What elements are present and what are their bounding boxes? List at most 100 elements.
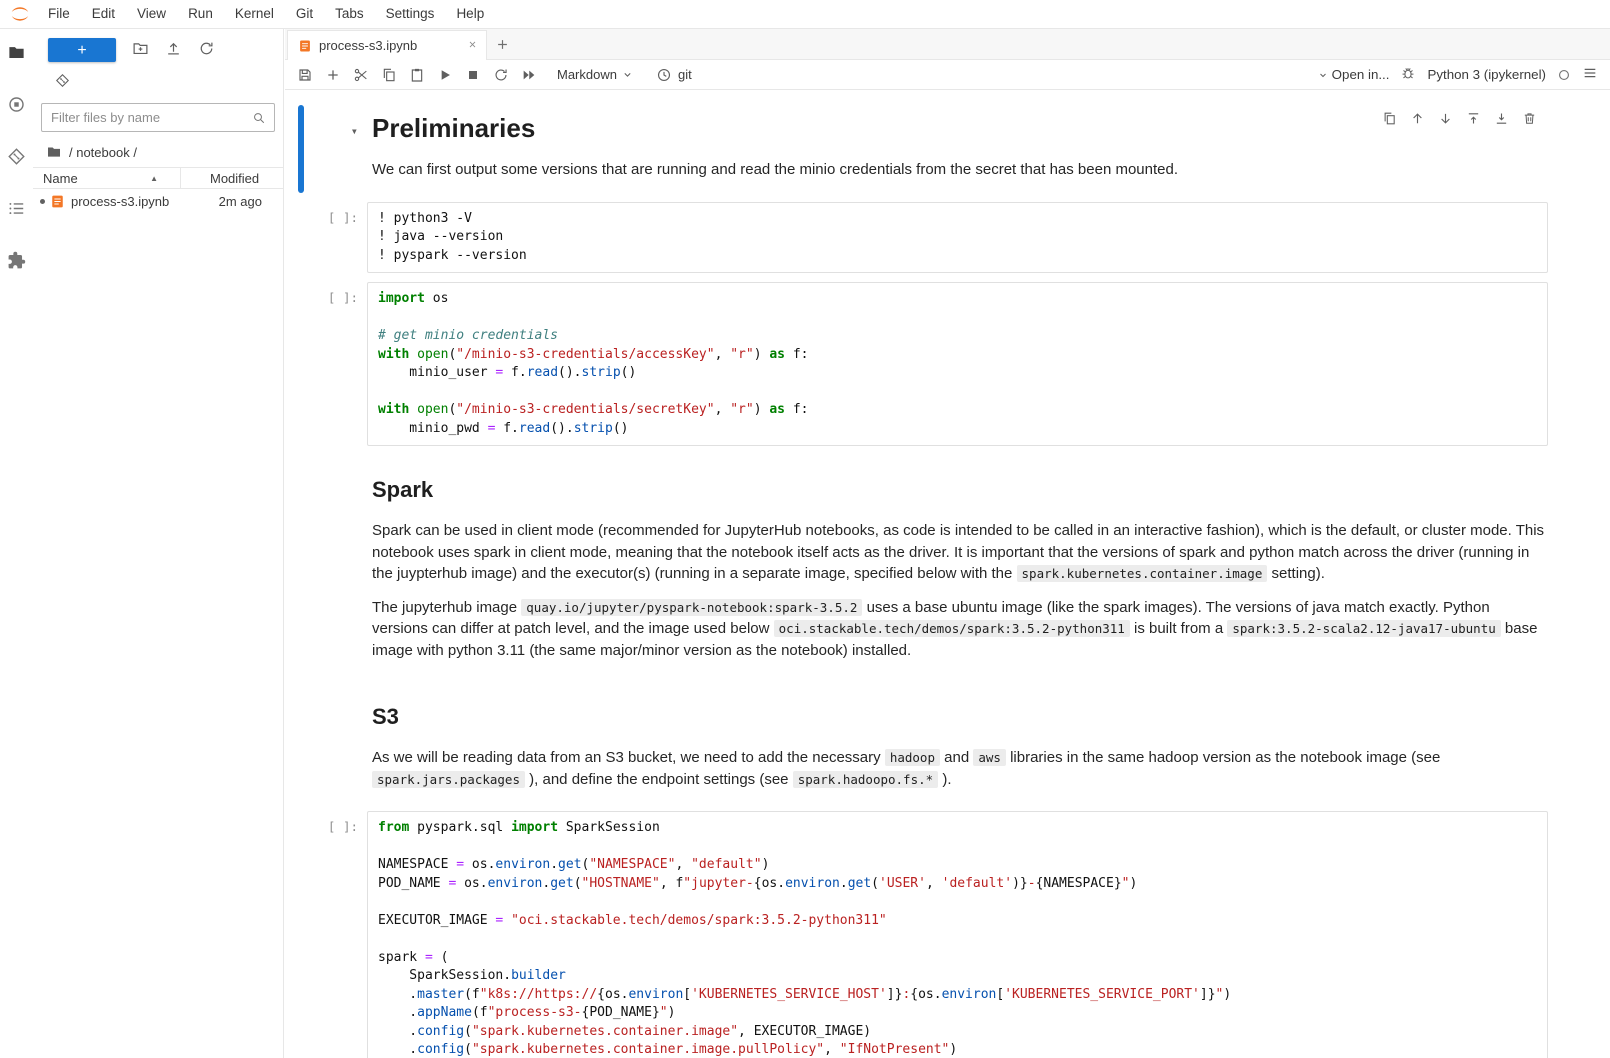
- code-editor[interactable]: from pyspark.sql import SparkSession​NAM…: [367, 811, 1548, 1058]
- tab-process-s3.ipynb[interactable]: process-s3.ipynb: [287, 30, 487, 60]
- tab-label: process-s3.ipynb: [319, 38, 460, 53]
- delete-icon: [1522, 111, 1537, 126]
- git-icon: [7, 147, 26, 166]
- paste-icon: [409, 67, 425, 83]
- sidebar-tab-running-terminals-and-kernels[interactable]: [0, 89, 33, 119]
- code-cell[interactable]: [ ]:from pyspark.sql import SparkSession…: [298, 811, 1548, 1058]
- menu-bar-items: FileEditViewRunKernelGitTabsSettingsHelp: [37, 0, 495, 28]
- restart-kernel-button[interactable]: [487, 62, 515, 88]
- cut-cells-button[interactable]: [347, 62, 375, 88]
- menu-settings[interactable]: Settings: [375, 0, 446, 28]
- cell-type-dropdown[interactable]: Markdown: [551, 67, 640, 82]
- git-actions-row: [33, 64, 283, 93]
- left-sidebar: [0, 29, 33, 1058]
- toolbar-overflow-button[interactable]: [1582, 65, 1598, 84]
- menu-edit[interactable]: Edit: [81, 0, 126, 28]
- insert-cell-above-button[interactable]: [1461, 106, 1486, 131]
- file-browser-actions: [132, 40, 215, 60]
- move-cell-up-button[interactable]: [1405, 106, 1430, 131]
- duplicate-cell-button[interactable]: [1377, 106, 1402, 131]
- cell-prompt: [ ]:: [304, 202, 367, 274]
- insert-cell-below-button[interactable]: [319, 62, 347, 88]
- folder-icon: [46, 144, 62, 160]
- cell-prompt: [ ]:: [304, 811, 367, 1058]
- tab-bar: process-s3.ipynb: [285, 29, 1610, 60]
- filter-files-input[interactable]: [41, 103, 275, 132]
- inline-code: spark:3.5.2-scala2.12-java17-ubuntu: [1227, 620, 1500, 637]
- notebook-file-icon: [50, 194, 65, 209]
- extension-icon: [7, 251, 26, 270]
- move-cell-down-button[interactable]: [1433, 106, 1458, 131]
- code-editor[interactable]: import os​# get minio credentialswith op…: [367, 282, 1548, 446]
- insert-cell-below-button[interactable]: [1489, 106, 1514, 131]
- menu-kernel[interactable]: Kernel: [224, 0, 285, 28]
- notebook-cells: ▾PreliminariesWe can first output some v…: [298, 105, 1548, 1058]
- git-clone-button[interactable]: [55, 73, 70, 91]
- interrupt-kernel-button[interactable]: [459, 62, 487, 88]
- markdown-cell[interactable]: ▾PreliminariesWe can first output some v…: [298, 105, 1548, 193]
- git-clone-icon: [55, 73, 70, 88]
- menu-view[interactable]: View: [126, 0, 177, 28]
- menu-help[interactable]: Help: [445, 0, 495, 28]
- markdown-heading: Preliminaries: [372, 113, 1548, 144]
- breadcrumb[interactable]: / notebook /: [33, 136, 283, 167]
- markdown-heading: S3: [372, 704, 1548, 730]
- column-header-modified[interactable]: Modified: [180, 168, 283, 188]
- notebook-scroll-area[interactable]: ▾PreliminariesWe can first output some v…: [285, 91, 1610, 1058]
- code-cell[interactable]: [ ]:import os​# get minio credentialswit…: [298, 282, 1548, 446]
- chevron-down-icon: [621, 68, 634, 81]
- sidebar-tab-table-of-contents[interactable]: [0, 193, 33, 223]
- code-cell[interactable]: [ ]:! python3 -V! java --version! pyspar…: [298, 202, 1548, 274]
- refresh-icon: [198, 40, 215, 57]
- menu-file[interactable]: File: [37, 0, 81, 28]
- open-in-dropdown[interactable]: Open in...: [1317, 67, 1390, 82]
- paste-cells-button[interactable]: [403, 62, 431, 88]
- toolbar-buttons: [291, 62, 543, 88]
- code-editor[interactable]: ! python3 -V! java --version! pyspark --…: [367, 202, 1548, 274]
- git-timeline-button[interactable]: git: [656, 67, 692, 83]
- close-icon: [467, 39, 478, 50]
- delete-cell-button[interactable]: [1517, 106, 1542, 131]
- menu-git[interactable]: Git: [285, 0, 324, 28]
- sidebar-tab-file-browser[interactable]: [0, 37, 33, 67]
- cell-type-label: Markdown: [557, 67, 617, 82]
- chevron-down-icon: [1317, 69, 1329, 81]
- jupyter-logo-icon: [9, 3, 31, 25]
- hamburger-icon: [1582, 65, 1598, 81]
- close-tab-button[interactable]: [467, 38, 478, 53]
- markdown-cell[interactable]: SparkSpark can be used in client mode (r…: [298, 455, 1548, 673]
- file-item[interactable]: process-s3.ipynb2m ago: [33, 189, 283, 214]
- upload-files-button[interactable]: [165, 40, 182, 60]
- restart-and-run-all-button[interactable]: [515, 62, 543, 88]
- sidebar-tab-extension-manager[interactable]: [0, 245, 33, 275]
- save-notebook-button[interactable]: [291, 62, 319, 88]
- copy-cells-button[interactable]: [375, 62, 403, 88]
- move-up-icon: [1410, 111, 1425, 126]
- new-folder-button[interactable]: [132, 40, 149, 60]
- add-icon: [325, 67, 341, 83]
- markdown-paragraph: Spark can be used in client mode (recomm…: [372, 520, 1548, 585]
- refresh-file-list-button[interactable]: [198, 40, 215, 60]
- cell-toolbar: [1377, 106, 1542, 131]
- file-browser-toolbar: +: [33, 29, 283, 64]
- cell-prompt: ▾: [304, 105, 367, 193]
- markdown-rendered: SparkSpark can be used in client mode (r…: [367, 455, 1548, 661]
- run-cell-button[interactable]: [431, 62, 459, 88]
- heading-collapser-icon[interactable]: ▾: [351, 113, 358, 138]
- cell-prompt: [304, 682, 367, 802]
- menu-tabs[interactable]: Tabs: [324, 0, 375, 28]
- markdown-rendered: S3As we will be reading data from an S3 …: [367, 682, 1548, 790]
- menu-run[interactable]: Run: [177, 0, 224, 28]
- file-filter: [41, 103, 275, 132]
- markdown-cell[interactable]: S3As we will be reading data from an S3 …: [298, 682, 1548, 802]
- debugger-button[interactable]: [1400, 65, 1416, 84]
- menu-bar: FileEditViewRunKernelGitTabsSettingsHelp: [0, 0, 1610, 29]
- column-header-name[interactable]: Name ▲: [33, 168, 180, 188]
- sidebar-tab-git[interactable]: [0, 141, 33, 171]
- new-tab-button[interactable]: [487, 30, 517, 59]
- new-launcher-button[interactable]: +: [48, 38, 116, 62]
- open-in-label: Open in...: [1332, 67, 1390, 82]
- cell-prompt: [304, 455, 367, 673]
- kernel-name-button[interactable]: Python 3 (ipykernel): [1427, 67, 1546, 82]
- cut-icon: [353, 67, 369, 83]
